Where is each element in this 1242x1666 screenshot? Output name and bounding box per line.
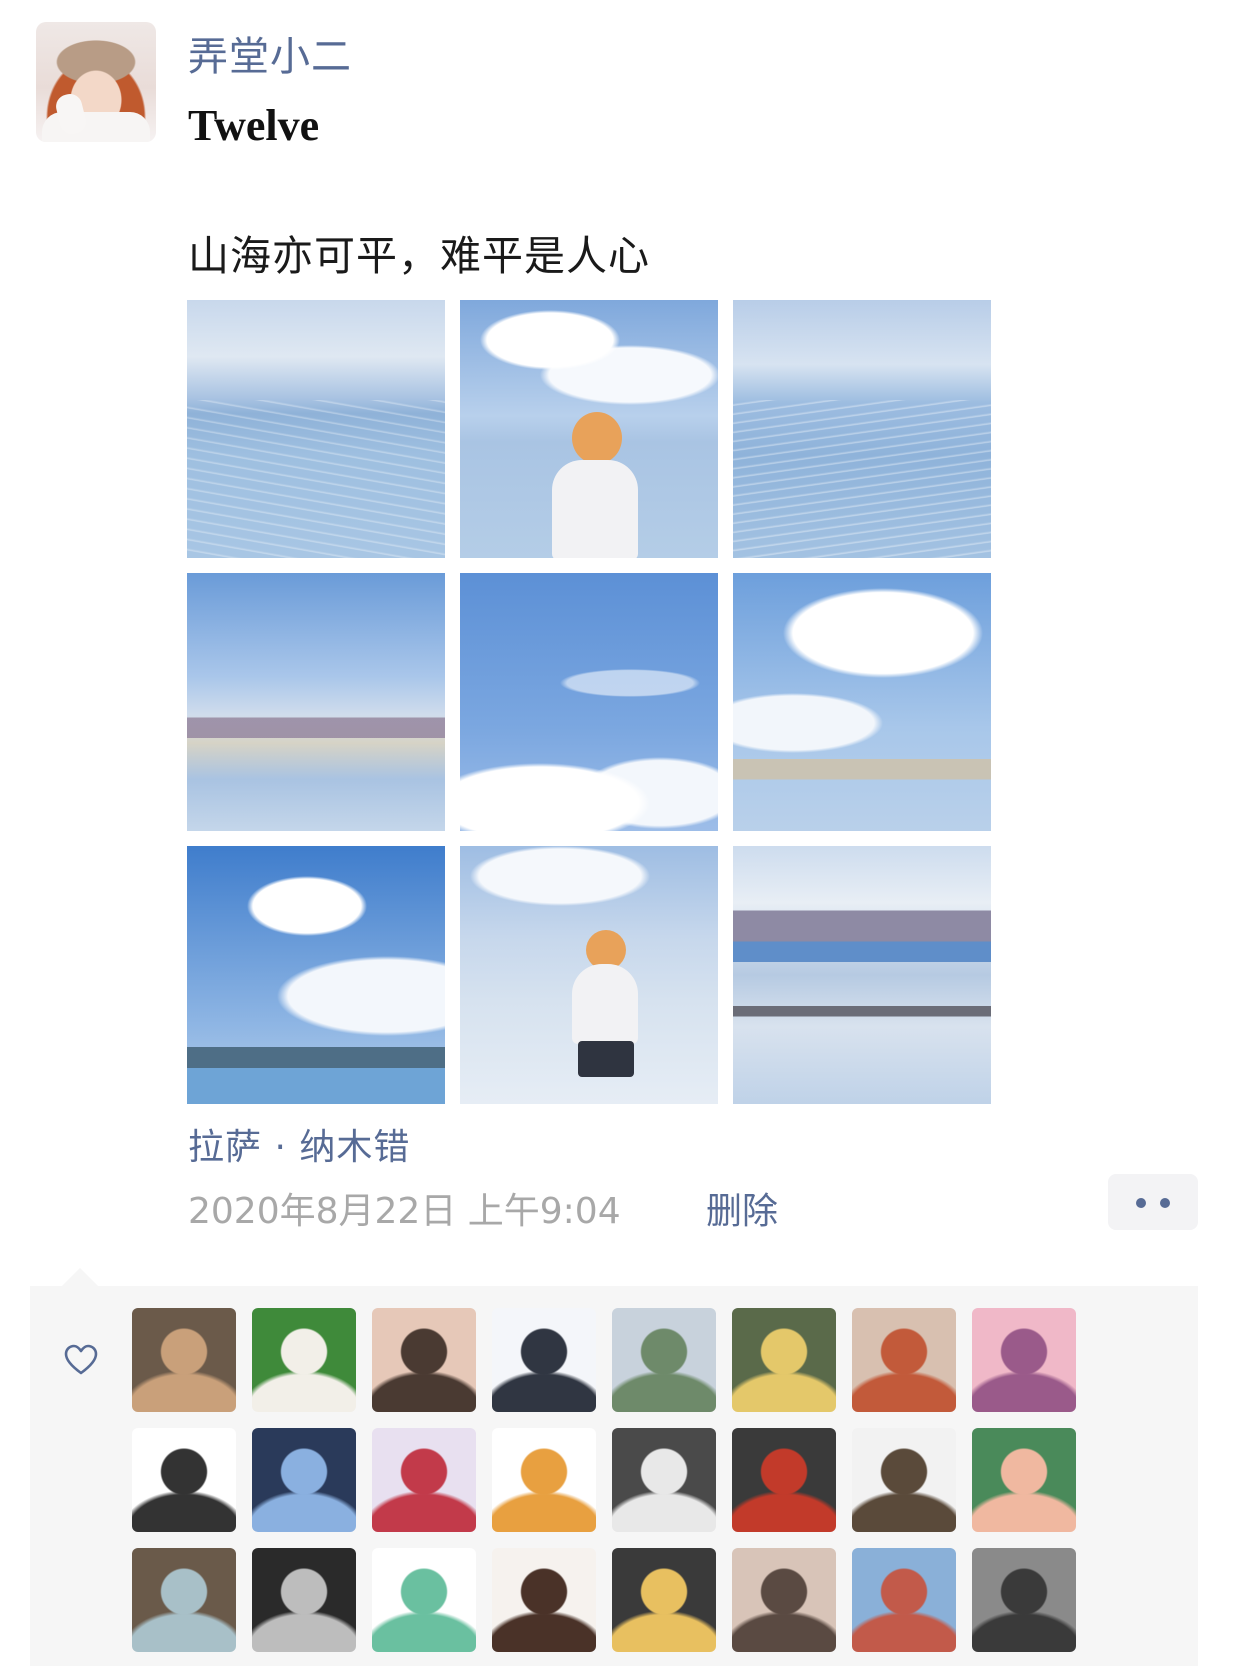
- post-text: 山海亦可平，难平是人心: [188, 232, 650, 280]
- liker-11-avatar[interactable]: [372, 1428, 476, 1532]
- more-dot-icon: [1160, 1198, 1170, 1208]
- photo-3[interactable]: [733, 300, 991, 558]
- liker-17-avatar[interactable]: [132, 1548, 236, 1652]
- photo-6[interactable]: [733, 573, 991, 831]
- liker-19-avatar[interactable]: [372, 1548, 476, 1652]
- liker-18-avatar[interactable]: [252, 1548, 356, 1652]
- liker-2-avatar[interactable]: [252, 1308, 356, 1412]
- more-dot-icon: [1136, 1198, 1146, 1208]
- liker-21-avatar[interactable]: [612, 1548, 716, 1652]
- liker-5-avatar[interactable]: [612, 1308, 716, 1412]
- photo-8-figure: [572, 964, 638, 1044]
- liker-16-avatar[interactable]: [972, 1428, 1076, 1532]
- liker-4-avatar[interactable]: [492, 1308, 596, 1412]
- photo-2[interactable]: [460, 300, 718, 558]
- liker-14-avatar[interactable]: [732, 1428, 836, 1532]
- photo-4[interactable]: [187, 573, 445, 831]
- liker-7-avatar[interactable]: [852, 1308, 956, 1412]
- liker-6-avatar[interactable]: [732, 1308, 836, 1412]
- location-link[interactable]: 拉萨 · 纳木错: [188, 1118, 410, 1170]
- heart-icon: [64, 1344, 98, 1375]
- photo-2-figure: [552, 460, 638, 558]
- liker-12-avatar[interactable]: [492, 1428, 596, 1532]
- liker-13-avatar[interactable]: [612, 1428, 716, 1532]
- photo-2-hair: [572, 412, 622, 464]
- liker-22-avatar[interactable]: [732, 1548, 836, 1652]
- more-options-button[interactable]: [1108, 1174, 1198, 1230]
- likes-panel-arrow: [62, 1268, 98, 1286]
- photo-1[interactable]: [187, 300, 445, 558]
- liker-15-avatar[interactable]: [852, 1428, 956, 1532]
- post-timestamp: 2020年8月22日 上午9:04: [188, 1191, 621, 1232]
- liker-8-avatar[interactable]: [972, 1308, 1076, 1412]
- post-subtitle: Twelve: [188, 101, 320, 150]
- liker-1-avatar[interactable]: [132, 1308, 236, 1412]
- photo-grid: [187, 300, 991, 1104]
- photo-9[interactable]: [733, 846, 991, 1104]
- photo-8[interactable]: [460, 846, 718, 1104]
- liker-23-avatar[interactable]: [852, 1548, 956, 1652]
- liker-24-avatar[interactable]: [972, 1548, 1076, 1652]
- photo-7[interactable]: [187, 846, 445, 1104]
- delete-button[interactable]: 删除: [706, 1182, 778, 1234]
- username[interactable]: 弄堂小二: [188, 24, 352, 82]
- photo-8-shorts: [578, 1041, 634, 1077]
- liker-3-avatar[interactable]: [372, 1308, 476, 1412]
- photo-5[interactable]: [460, 573, 718, 831]
- liker-20-avatar[interactable]: [492, 1548, 596, 1652]
- user-avatar[interactable]: [36, 22, 156, 142]
- liker-9-avatar[interactable]: [132, 1428, 236, 1532]
- liker-10-avatar[interactable]: [252, 1428, 356, 1532]
